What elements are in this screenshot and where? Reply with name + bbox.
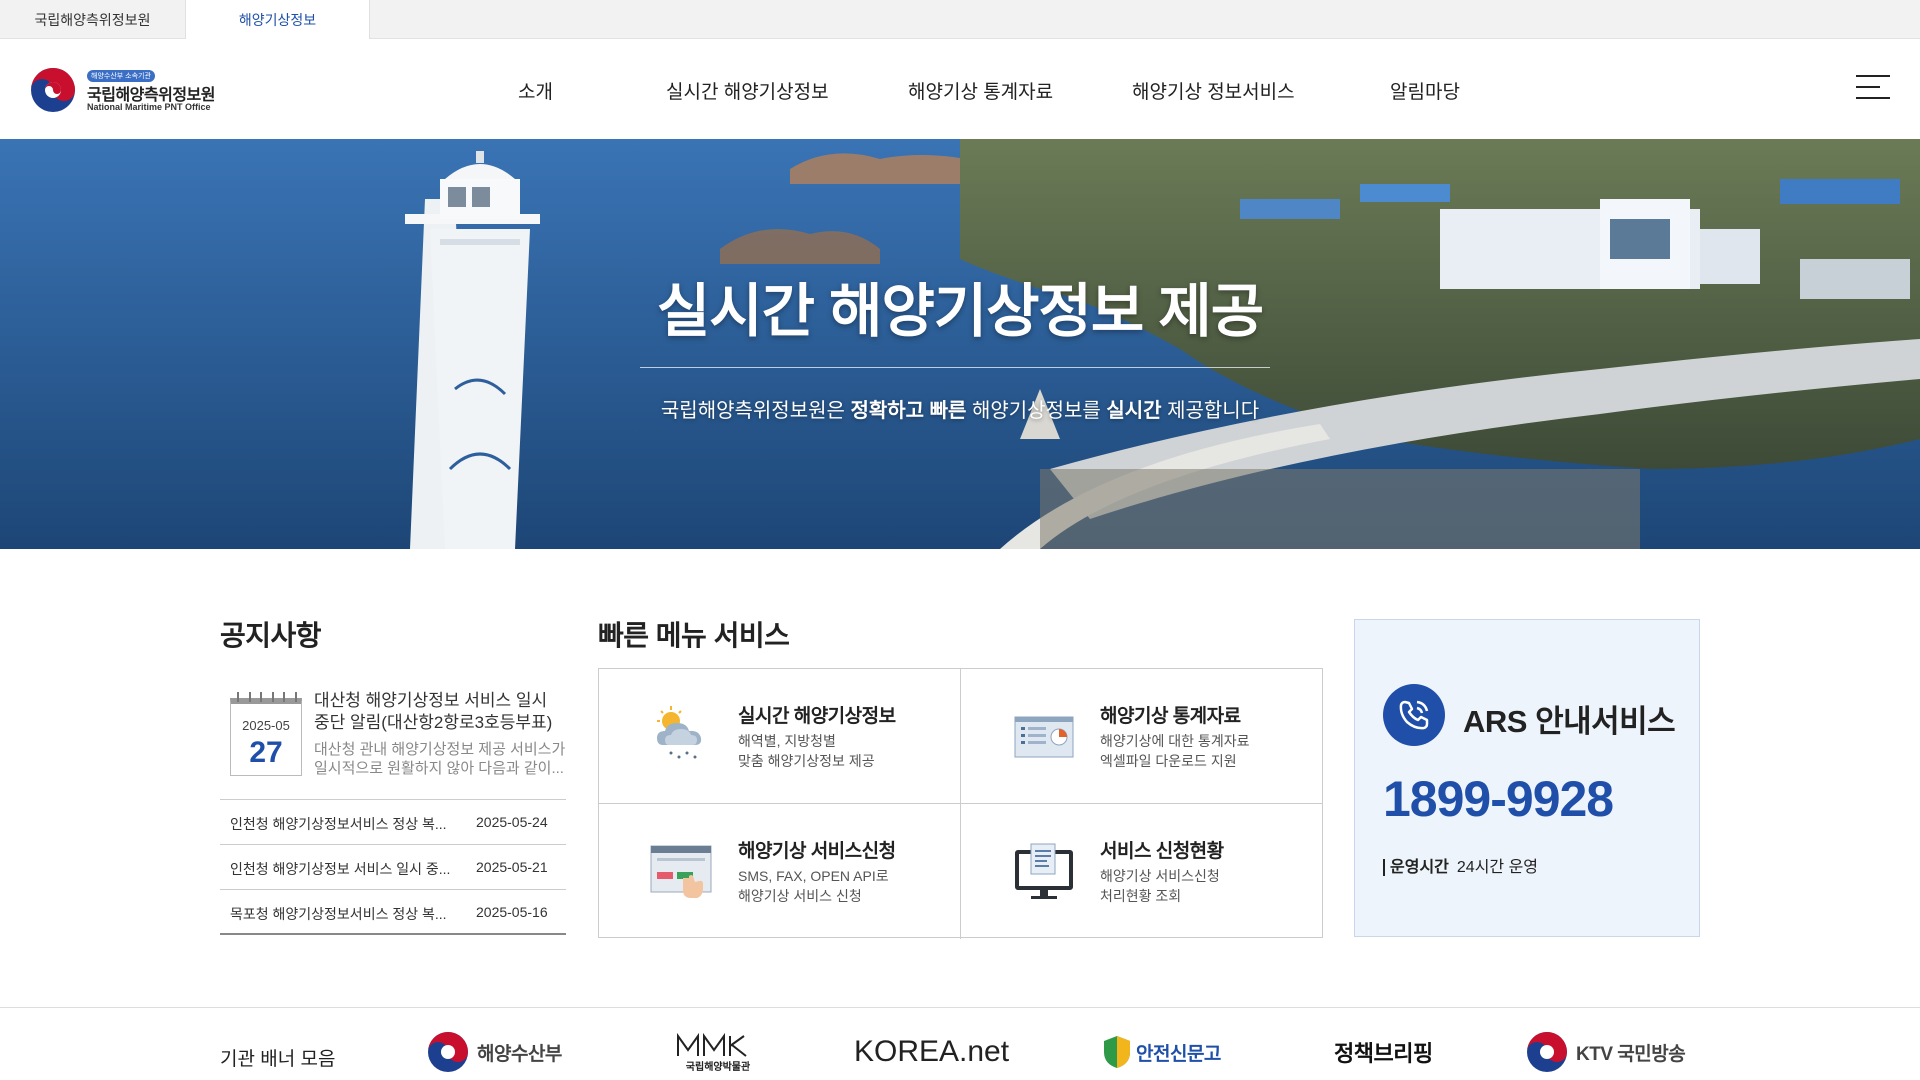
quick-item-title: 서비스 신청현황 xyxy=(1100,841,1224,862)
quick-service-apply[interactable]: 해양기상 서비스신청 SMS, FAX, OPEN API로 해양기상 서비스 신… xyxy=(599,804,961,939)
notice-row-date: 2025-05-21 xyxy=(476,859,548,875)
taegeuk-icon xyxy=(1527,1032,1567,1072)
monitor-icon xyxy=(1015,843,1073,899)
notice-featured-year-month: 2025-05 xyxy=(242,718,290,733)
apply-icon xyxy=(650,845,712,898)
site-logo[interactable]: 해양수산부 소속기관 국립해양측위정보원 National Maritime P… xyxy=(30,67,240,117)
notice-row[interactable]: 목포청 해양기상정보서비스 정상 복... 2025-05-16 xyxy=(220,890,566,935)
ars-title: ARS 안내서비스 xyxy=(1463,704,1676,739)
shield-icon xyxy=(1104,1036,1130,1068)
hero-divider xyxy=(640,367,1270,368)
banner-label: 국립해양박물관 xyxy=(685,1061,751,1073)
notice-featured-title[interactable]: 대산청 해양기상정보 서비스 일시 중단 알림(대산항2항로3호등부표) xyxy=(314,690,566,734)
tab-pnt-office[interactable]: 국립해양측위정보원 xyxy=(0,0,185,39)
museum-logo-icon xyxy=(677,1032,747,1057)
quick-item-title: 해양기상 서비스신청 xyxy=(738,841,896,862)
quick-menu-section: 빠른 메뉴 서비스 실시간 해양기상정보 해역별, 지방청별 맞춤 해양기상정보 … xyxy=(598,614,1323,939)
tab-marine-weather[interactable]: 해양기상정보 xyxy=(185,0,370,40)
notice-row[interactable]: 인천청 해양기상정보 서비스 일시 중... 2025-05-21 xyxy=(220,845,566,890)
hero-banner: 실시간 해양기상정보 제공 국립해양측위정보원은 정확하고 빠른 해양기상정보를… xyxy=(0,139,1920,549)
taegeuk-icon xyxy=(428,1032,468,1072)
nav-intro[interactable]: 소개 xyxy=(518,77,553,104)
quick-service-status[interactable]: 서비스 신청현황 해양기상 서비스신청 처리현황 조회 xyxy=(961,804,1323,939)
nav-weather-statistics[interactable]: 해양기상 통계자료 xyxy=(908,77,1053,104)
banner-label: KTV 국민방송 xyxy=(1576,1043,1686,1065)
banner-label: KOREA.net xyxy=(854,1035,1010,1068)
nav-notice-board[interactable]: 알림마당 xyxy=(1390,77,1460,104)
notice-row-title[interactable]: 목포청 해양기상정보서비스 정상 복... xyxy=(230,904,466,924)
banner-section-title: 기관 배너 모음 xyxy=(220,1049,336,1070)
banner-label: 안전신문고 xyxy=(1136,1043,1221,1065)
banner-label: 정책브리핑 xyxy=(1334,1041,1433,1066)
quick-item-desc: 해양기상 서비스신청 처리현황 조회 xyxy=(1100,868,1220,904)
quick-item-desc: 해역별, 지방청별 맞춤 해양기상정보 제공 xyxy=(738,733,875,769)
hero-title: 실시간 해양기상정보 제공 xyxy=(656,279,1264,344)
notice-featured-day: 27 xyxy=(249,736,283,769)
nav-realtime-weather[interactable]: 실시간 해양기상정보 xyxy=(666,77,829,104)
quick-weather-statistics[interactable]: 해양기상 통계자료 해양기상에 대한 통계자료 엑셀파일 다운로드 지원 xyxy=(961,669,1323,804)
quick-item-desc: SMS, FAX, OPEN API로 해양기상 서비스 신청 xyxy=(738,868,889,904)
nav-weather-service[interactable]: 해양기상 정보서비스 xyxy=(1132,77,1295,104)
banner-policy-briefing[interactable]: 정책브리핑 xyxy=(1334,1030,1433,1074)
calendar-icon: 2025-05 27 xyxy=(230,692,302,776)
notice-section: 공지사항 2025-05 27 대산청 해양기상정보 서비스 일시 중단 알림(… xyxy=(220,614,566,935)
agency-banner-bar: 기관 배너 모음 해양수산부 국립해양박물관 KOREA.net 안전신문고 정… xyxy=(0,1007,1920,1080)
phone-icon xyxy=(1383,684,1445,746)
logo-name-en: National Maritime PNT Office xyxy=(87,102,211,112)
quick-item-title: 해양기상 통계자료 xyxy=(1100,706,1241,727)
quick-item-title: 실시간 해양기상정보 xyxy=(738,706,896,727)
banner-safety-report[interactable]: 안전신문고 xyxy=(1102,1030,1221,1074)
utility-tab-bar: 국립해양측위정보원 해양기상정보 xyxy=(0,0,1920,40)
notice-featured-body: 대산청 관내 해양기상정보 제공 서비스가 일시적으로 원활하지 않아 다음과 … xyxy=(314,741,566,777)
quick-item-desc: 해양기상에 대한 통계자료 엑셀파일 다운로드 지원 xyxy=(1100,733,1250,769)
notice-row-title[interactable]: 인천청 해양기상정보 서비스 일시 중... xyxy=(230,859,466,879)
notice-row-date: 2025-05-24 xyxy=(476,814,548,830)
hamburger-menu-icon[interactable] xyxy=(1856,75,1890,103)
notice-title: 공지사항 xyxy=(220,620,322,651)
ars-hours: 운영시간 24시간 운영 xyxy=(1383,853,1538,877)
banner-ktv[interactable]: KTV 국민방송 xyxy=(1526,1030,1686,1074)
notice-featured[interactable]: 2025-05 27 대산청 해양기상정보 서비스 일시 중단 알림(대산항2항… xyxy=(220,690,566,800)
weather-icon xyxy=(657,706,702,759)
taegeuk-logo-icon xyxy=(31,68,75,112)
statistics-icon xyxy=(1014,716,1074,758)
site-header: 해양수산부 소속기관 국립해양측위정보원 National Maritime P… xyxy=(0,39,1920,139)
notice-row-date: 2025-05-16 xyxy=(476,904,548,920)
banner-label: 해양수산부 xyxy=(477,1043,562,1065)
quick-realtime-weather[interactable]: 실시간 해양기상정보 해역별, 지방청별 맞춤 해양기상정보 제공 xyxy=(599,669,961,804)
notice-row[interactable]: 인천청 해양기상정보서비스 정상 복... 2025-05-24 xyxy=(220,800,566,845)
banner-korea-net[interactable]: KOREA.net xyxy=(854,1030,1009,1074)
quick-menu-title: 빠른 메뉴 서비스 xyxy=(598,620,790,651)
ars-service-box: ARS 안내서비스 1899-9928 운영시간 24시간 운영 xyxy=(1354,619,1700,937)
quick-menu-grid: 실시간 해양기상정보 해역별, 지방청별 맞춤 해양기상정보 제공 해양기상 통계… xyxy=(598,668,1323,939)
hero-subtitle: 국립해양측위정보원은 정확하고 빠른 해양기상정보를 실시간 제공합니다 xyxy=(660,400,1260,422)
banner-mof[interactable]: 해양수산부 xyxy=(427,1030,562,1074)
ars-phone-number[interactable]: 1899-9928 xyxy=(1383,770,1614,828)
banner-maritime-museum[interactable]: 국립해양박물관 xyxy=(676,1030,760,1074)
notice-row-title[interactable]: 인천청 해양기상정보서비스 정상 복... xyxy=(230,814,466,834)
